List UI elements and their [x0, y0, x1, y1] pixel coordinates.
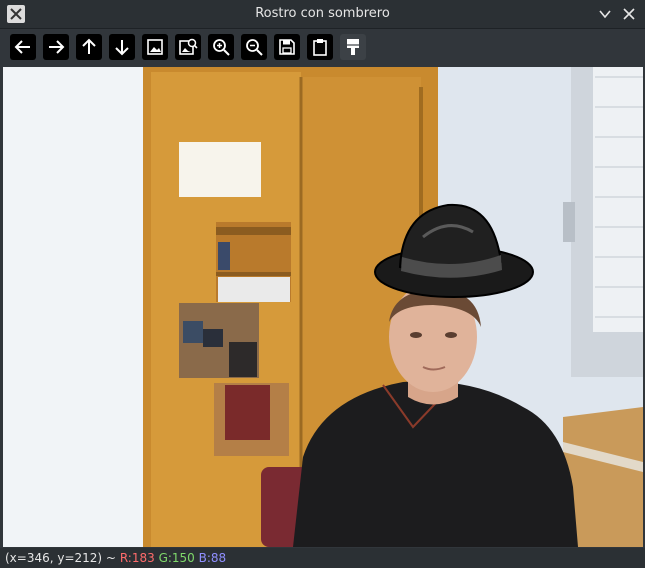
zoom-original-button[interactable]	[175, 34, 201, 60]
pan-down-button[interactable]	[109, 34, 135, 60]
red-value: R:183	[119, 551, 155, 565]
pan-right-button[interactable]	[43, 34, 69, 60]
zoom-out-button[interactable]	[241, 34, 267, 60]
clipboard-icon	[313, 39, 327, 56]
save-button[interactable]	[274, 34, 300, 60]
window-title: Rostro con sombrero	[255, 6, 390, 21]
webcam-image	[3, 67, 643, 547]
toolbar	[0, 29, 645, 66]
minimize-button[interactable]	[596, 5, 614, 23]
image-viewport[interactable]	[3, 67, 643, 547]
titlebar: Rostro con sombrero	[0, 0, 645, 29]
zoom-in-icon	[213, 39, 230, 56]
status-bar: (x=346, y=212) ~ R:183 G:150 B:88	[0, 548, 645, 568]
close-button[interactable]	[620, 5, 638, 23]
close-icon	[623, 8, 635, 20]
arrow-up-icon	[82, 38, 96, 54]
arrow-left-icon	[14, 40, 30, 54]
cursor-coordinates: (x=346, y=212) ~	[5, 551, 116, 565]
blue-value: B:88	[198, 551, 227, 565]
arrow-right-icon	[49, 40, 65, 54]
window: Rostro con sombrero (x=346, y=212) ~ R:1…	[0, 0, 645, 568]
pan-left-button[interactable]	[10, 34, 36, 60]
zoom-out-icon	[246, 39, 263, 56]
save-icon	[279, 39, 295, 55]
image-icon	[147, 39, 163, 55]
arrow-down-icon	[115, 40, 129, 56]
properties-button[interactable]	[340, 34, 366, 60]
copy-button[interactable]	[307, 34, 333, 60]
pan-up-button[interactable]	[76, 34, 102, 60]
properties-icon	[347, 39, 359, 55]
green-value: G:150	[158, 551, 195, 565]
image-zoom-icon	[179, 38, 198, 55]
zoom-in-button[interactable]	[208, 34, 234, 60]
chevron-down-icon	[599, 10, 611, 19]
zoom-fit-button[interactable]	[142, 34, 168, 60]
